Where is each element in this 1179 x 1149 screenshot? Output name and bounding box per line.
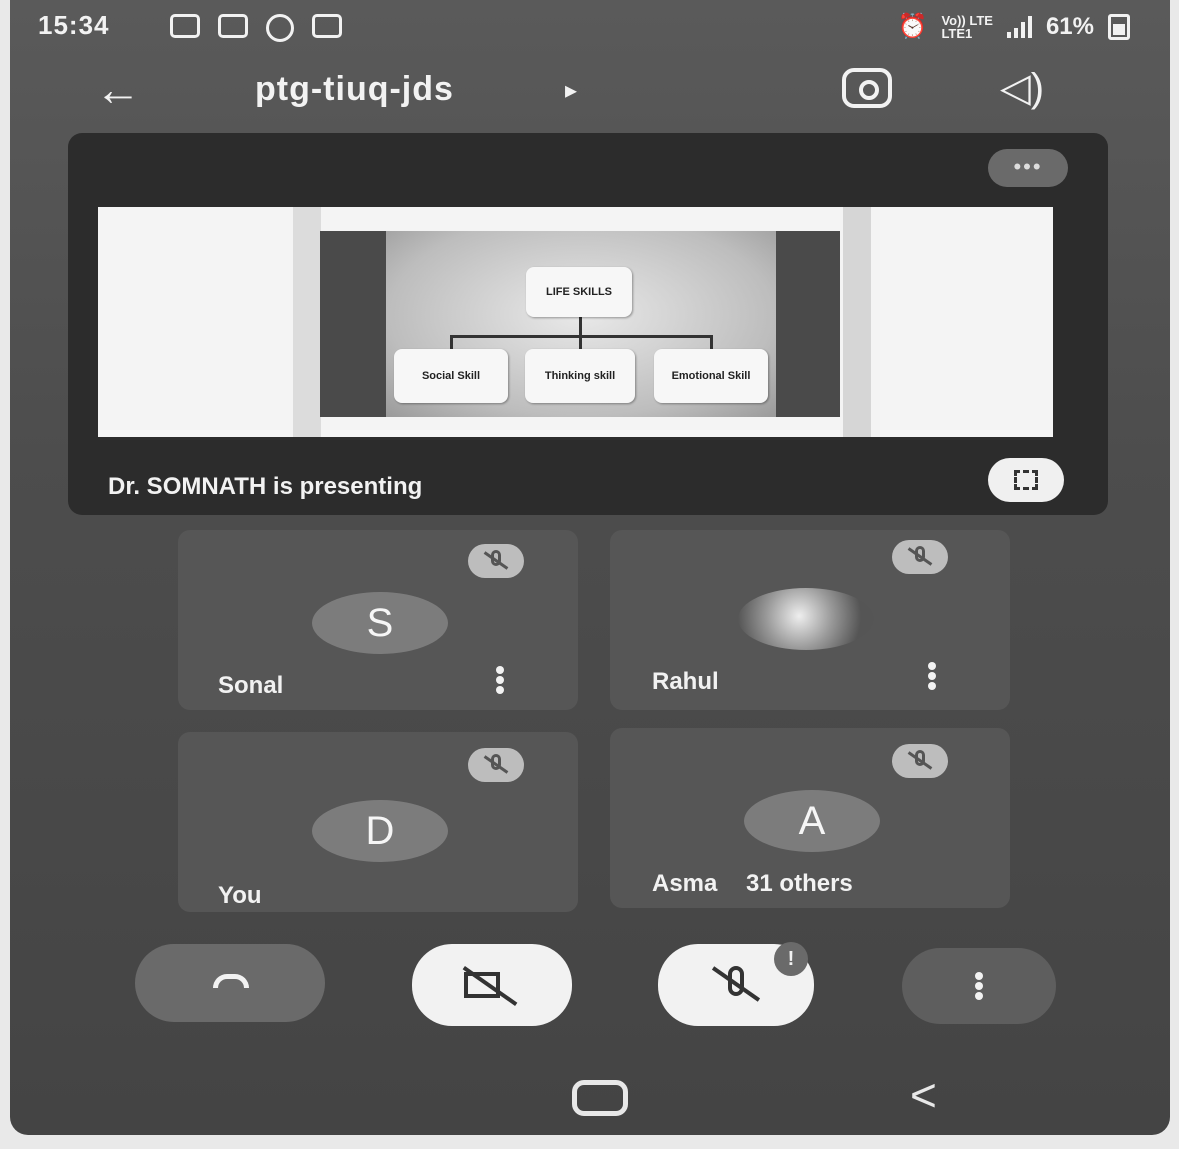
- participant-name: Asma 31 others: [652, 870, 853, 898]
- shared-screen: LIFE SKILLS Social Skill Thinking skill …: [98, 207, 1053, 437]
- screen-edge-right: [843, 207, 871, 437]
- participant-name-first: Asma: [652, 870, 718, 897]
- participant-tile[interactable]: S Sonal: [178, 530, 578, 710]
- participant-name: Sonal: [218, 672, 284, 699]
- slide-child-box: Social Skill: [394, 349, 508, 403]
- network-indicator: Vo)) LTE LTE1: [941, 14, 993, 40]
- mic-off-icon: [468, 544, 524, 578]
- back-nav-button[interactable]: <: [910, 1068, 937, 1122]
- presenter-label: Dr. SOMNATH is presenting: [108, 473, 423, 500]
- connector-line: [710, 335, 713, 349]
- connector-line: [579, 317, 582, 335]
- end-call-button[interactable]: [135, 944, 325, 1022]
- notification-icons: [170, 14, 342, 42]
- speaker-icon[interactable]: ◁): [1000, 68, 1044, 108]
- battery-icon: [1108, 13, 1130, 40]
- presentation-more-button[interactable]: •••: [988, 149, 1068, 187]
- connector-line: [579, 335, 582, 349]
- navigation-bar: <: [10, 1060, 1170, 1135]
- status-bar: 15:34 ⏰ Vo)) LTE LTE1 61%: [10, 0, 1170, 60]
- status-right: ⏰ Vo)) LTE LTE1 61%: [898, 12, 1130, 41]
- battery-text: 61%: [1045, 12, 1094, 40]
- participant-name: You: [218, 882, 262, 909]
- mic-off-icon: [892, 540, 948, 574]
- more-options-icon: [975, 972, 983, 1000]
- meeting-info-arrow-icon[interactable]: ▸: [565, 76, 577, 105]
- meeting-code[interactable]: ptg-tiuq-jds: [255, 70, 454, 109]
- mic-off-icon: [468, 748, 524, 782]
- connector-line: [450, 335, 453, 349]
- whatsapp-icon: [266, 14, 294, 42]
- phone-screen: 15:34 ⏰ Vo)) LTE LTE1 61% ← ptg-tiuq-jds…: [10, 0, 1170, 1135]
- alarm-icon: ⏰: [897, 13, 928, 40]
- participant-tile[interactable]: D You: [178, 732, 578, 912]
- participant-menu-icon[interactable]: [928, 662, 936, 690]
- others-count: 31 others: [746, 870, 853, 897]
- camera-off-button[interactable]: [412, 944, 572, 1026]
- participant-tile[interactable]: A Asma 31 others: [610, 728, 1010, 908]
- mic-alert-badge: !: [774, 942, 808, 976]
- avatar: S: [312, 592, 448, 654]
- gallery-icon: [170, 14, 200, 38]
- back-arrow-icon[interactable]: ←: [95, 66, 141, 112]
- slide-root-box: LIFE SKILLS: [526, 267, 632, 317]
- more-options-button[interactable]: [902, 948, 1056, 1024]
- participant-name: Rahul: [652, 668, 719, 695]
- avatar: [738, 588, 874, 650]
- slide: LIFE SKILLS Social Skill Thinking skill …: [320, 231, 840, 417]
- participant-tile[interactable]: Rahul: [610, 530, 1010, 710]
- status-time: 15:34: [38, 10, 110, 40]
- signal-icon: [1006, 15, 1032, 38]
- avatar: A: [744, 790, 880, 852]
- slide-child-box: Thinking skill: [525, 349, 635, 403]
- home-button[interactable]: [572, 1080, 628, 1116]
- fullscreen-button[interactable]: [988, 458, 1064, 502]
- slide-diagram: LIFE SKILLS Social Skill Thinking skill …: [386, 231, 776, 417]
- switch-camera-icon[interactable]: [842, 68, 892, 108]
- avatar: D: [312, 800, 448, 862]
- message-icon: [312, 14, 342, 38]
- meeting-header: ← ptg-tiuq-jds ▸ ◁): [10, 60, 1170, 130]
- presentation-card: ••• LIFE SKILLS Social Skill Thinking sk…: [68, 133, 1108, 515]
- participant-menu-icon[interactable]: [496, 666, 504, 694]
- network-bottom: LTE1: [941, 25, 973, 41]
- mic-off-icon: [892, 744, 948, 778]
- video-icon: [218, 14, 248, 38]
- slide-child-box: Emotional Skill: [654, 349, 768, 403]
- screen-edge-left: [293, 207, 321, 437]
